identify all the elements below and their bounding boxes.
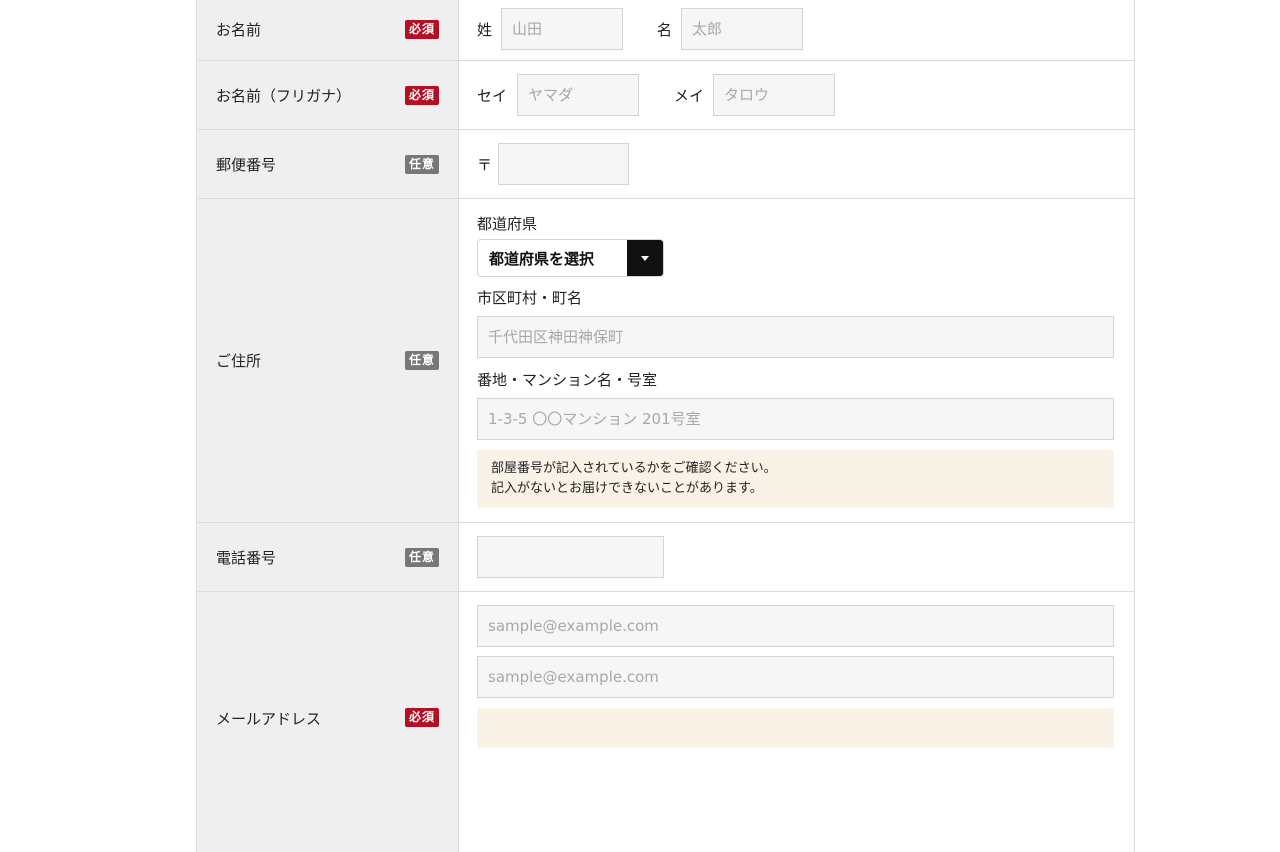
phone-row-header: 電話番号 任意 xyxy=(197,523,459,591)
first-name-input[interactable] xyxy=(681,8,804,50)
city-input[interactable] xyxy=(477,316,1114,358)
address-row: ご住所 任意 都道府県 都道府県を選択 市区町村・町名 番地・マンション名・号室… xyxy=(197,199,1134,523)
postal-row: 郵便番号 任意 〒 xyxy=(197,130,1134,199)
address-note: 部屋番号が記入されているかをご確認ください。 記入がないとお届けできないことがあ… xyxy=(477,450,1114,508)
address-label: ご住所 xyxy=(216,352,262,370)
postal-row-header: 郵便番号 任意 xyxy=(197,130,459,198)
name-row: お名前 必須 姓 名 xyxy=(197,0,1134,61)
required-badge: 必須 xyxy=(404,19,439,39)
optional-badge: 任意 xyxy=(404,547,439,567)
street-input[interactable] xyxy=(477,398,1114,440)
name-label: お名前 xyxy=(216,20,262,39)
address-note-line-2: 記入がないとお届けできないことがあります。 xyxy=(491,481,763,496)
last-kana-input[interactable] xyxy=(517,74,640,116)
postal-symbol: 〒 xyxy=(477,155,493,174)
optional-badge: 任意 xyxy=(404,351,439,370)
shipping-form: お名前 必須 姓 名 お名前（フリガナ） 必須 セイ メイ 郵便番号 任意 〒 xyxy=(196,0,1135,852)
first-kana-input[interactable] xyxy=(713,74,836,116)
email-note xyxy=(477,708,1114,748)
email-label: メールアドレス xyxy=(216,710,322,728)
required-badge: 必須 xyxy=(404,85,439,105)
optional-badge: 任意 xyxy=(404,154,439,174)
kana-label: お名前（フリガナ） xyxy=(216,86,352,105)
postal-label: 郵便番号 xyxy=(216,155,277,174)
postal-code-input[interactable] xyxy=(498,143,630,185)
required-badge: 必須 xyxy=(404,708,439,727)
email-row: メールアドレス 必須 xyxy=(197,592,1134,852)
address-row-header: ご住所 任意 xyxy=(197,199,459,522)
street-label: 番地・マンション名・号室 xyxy=(477,371,658,389)
name-row-header: お名前 必須 xyxy=(197,0,459,60)
phone-row-body xyxy=(459,523,1134,591)
phone-label: 電話番号 xyxy=(216,548,277,567)
last-name-input[interactable] xyxy=(501,8,624,50)
kana-row: お名前（フリガナ） 必須 セイ メイ xyxy=(197,61,1134,130)
city-label: 市区町村・町名 xyxy=(477,289,583,307)
last-name-label: 姓 xyxy=(477,20,493,39)
phone-row: 電話番号 任意 xyxy=(197,523,1134,592)
email-row-body xyxy=(459,592,1134,852)
kana-row-header: お名前（フリガナ） 必須 xyxy=(197,61,459,129)
prefecture-dropdown-button[interactable] xyxy=(627,240,663,276)
first-kana-label: メイ xyxy=(674,86,705,105)
phone-input[interactable] xyxy=(477,536,664,578)
first-name-label: 名 xyxy=(657,20,673,39)
prefecture-label: 都道府県 xyxy=(477,215,538,233)
email-confirm-input[interactable] xyxy=(477,656,1114,698)
prefecture-select[interactable]: 都道府県を選択 xyxy=(477,239,664,277)
kana-row-body: セイ メイ xyxy=(459,61,1134,129)
address-note-line-1: 部屋番号が記入されているかをご確認ください。 xyxy=(491,461,777,476)
address-row-body: 都道府県 都道府県を選択 市区町村・町名 番地・マンション名・号室 部屋番号が記… xyxy=(459,199,1134,522)
email-input[interactable] xyxy=(477,605,1114,647)
caret-down-icon xyxy=(641,255,649,261)
name-row-body: 姓 名 xyxy=(459,0,1134,60)
postal-row-body: 〒 xyxy=(459,130,1134,198)
last-kana-label: セイ xyxy=(477,86,508,105)
prefecture-selected-value: 都道府県を選択 xyxy=(489,249,595,268)
email-row-header: メールアドレス 必須 xyxy=(197,592,459,852)
